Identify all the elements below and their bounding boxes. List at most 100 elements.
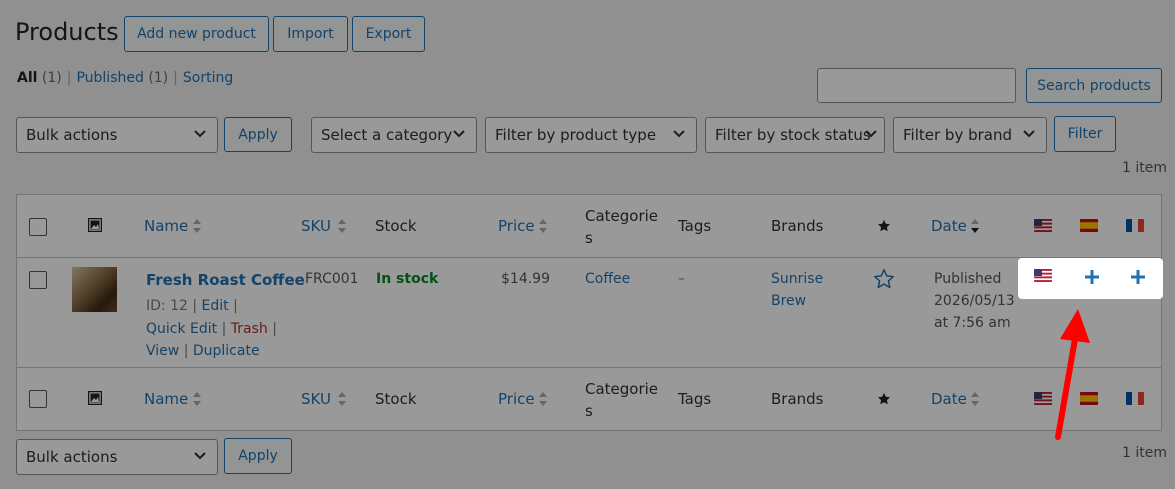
column-categories-header: Categorie [585, 380, 659, 398]
column-categories-header-wrap: s [585, 402, 593, 420]
bulk-actions-label: Bulk actions [26, 126, 118, 144]
quick-edit-link[interactable]: Quick Edit [146, 321, 217, 337]
product-thumbnail[interactable] [72, 267, 117, 312]
table-footer: Name SKU Stock Price Categorie s Tags Br… [17, 367, 1161, 430]
stock-status-label: Filter by stock status [715, 126, 871, 144]
column-stock-header: Stock [375, 390, 417, 408]
row-action-separator: | [183, 343, 189, 359]
page-title: Products [15, 18, 119, 46]
product-price: $14.99 [501, 271, 550, 287]
es-flag-icon [1080, 219, 1098, 232]
import-button[interactable]: Import [273, 16, 348, 52]
sort-icon[interactable] [337, 390, 347, 408]
search-input[interactable] [817, 68, 1016, 103]
view-published-count: (1) [148, 70, 169, 86]
sort-icon[interactable] [192, 217, 202, 235]
filter-button[interactable]: Filter [1054, 116, 1116, 152]
row-action-separator: | [233, 298, 238, 314]
product-type-select[interactable]: Filter by product type [485, 117, 697, 153]
chevron-down-icon [865, 130, 877, 138]
column-sku-header[interactable]: SKU [301, 390, 331, 408]
en-us-flag-icon[interactable] [1034, 269, 1052, 282]
column-tags-header: Tags [678, 390, 712, 408]
en-us-flag-icon [1034, 219, 1052, 232]
column-brands-header: Brands [771, 217, 824, 235]
sort-icon[interactable] [337, 217, 347, 235]
view-separator: | [66, 70, 72, 86]
chevron-down-icon [673, 130, 685, 138]
bulk-actions-select-bottom[interactable]: Bulk actions [16, 439, 218, 475]
sort-icon[interactable] [538, 390, 548, 408]
chevron-down-icon [194, 452, 206, 460]
product-name-link[interactable]: Fresh Roast Coffee [146, 271, 305, 289]
red-arrow-annotation [1055, 309, 1090, 440]
category-select[interactable]: Select a category [311, 117, 477, 153]
add-translation-es-icon[interactable] [1084, 269, 1100, 285]
view-separator: | [173, 70, 178, 86]
view-all-count: (1) [41, 70, 62, 86]
apply-button[interactable]: Apply [224, 117, 292, 152]
add-translation-fr-icon[interactable] [1130, 269, 1146, 285]
date-value: 2026/05/13 [934, 293, 1015, 309]
column-name-header[interactable]: Name [144, 217, 188, 235]
column-brands-header: Brands [771, 390, 824, 408]
column-price-header[interactable]: Price [498, 390, 535, 408]
brand-link-wrap[interactable]: Brew [771, 293, 806, 309]
product-id: ID: 12 [146, 298, 188, 314]
sort-icon[interactable] [192, 390, 202, 408]
items-count: 1 item [1122, 160, 1167, 176]
date-status: Published [934, 271, 1002, 287]
category-link[interactable]: Coffee [585, 271, 630, 287]
column-name-header[interactable]: Name [144, 390, 188, 408]
add-new-product-button[interactable]: Add new product [124, 16, 269, 52]
duplicate-link[interactable]: Duplicate [193, 343, 260, 359]
image-icon [88, 218, 102, 232]
row-actions: ID: 12 | Edit | Quick Edit | Trash | Vie… [146, 295, 277, 363]
language-actions-highlight [1018, 258, 1163, 299]
table-header: Name SKU Stock Price Categorie s Tags Br… [17, 195, 1161, 258]
featured-star-outline-icon[interactable] [873, 268, 895, 290]
brand-select[interactable]: Filter by brand [893, 117, 1047, 153]
column-price-header[interactable]: Price [498, 217, 535, 235]
column-categories-header: Categorie [585, 207, 659, 225]
view-all-link[interactable]: All [17, 70, 37, 86]
bulk-actions-select[interactable]: Bulk actions [16, 117, 218, 153]
chevron-down-icon [1023, 130, 1035, 138]
column-tags-header: Tags [678, 217, 712, 235]
select-all-checkbox[interactable] [29, 218, 47, 236]
table-row: Fresh Roast Coffee ID: 12 | Edit | Quick… [17, 259, 1161, 367]
select-all-checkbox[interactable] [29, 390, 47, 408]
row-checkbox[interactable] [29, 271, 47, 289]
trash-link[interactable]: Trash [231, 321, 268, 337]
view-sorting-link[interactable]: Sorting [183, 70, 233, 86]
date-time: at 7:56 am [934, 315, 1011, 331]
chevron-down-icon [194, 130, 206, 138]
items-count-bottom: 1 item [1122, 445, 1167, 461]
product-type-label: Filter by product type [495, 126, 657, 144]
brand-link[interactable]: Sunrise [771, 271, 823, 287]
view-link[interactable]: View [146, 343, 179, 359]
featured-star-icon [877, 392, 891, 405]
bulk-actions-label: Bulk actions [26, 448, 118, 466]
chevron-down-icon [453, 130, 465, 138]
column-date-header[interactable]: Date [931, 217, 967, 235]
column-categories-header-wrap: s [585, 229, 593, 247]
category-label: Select a category [321, 126, 453, 144]
product-sku: FRC001 [305, 271, 359, 287]
search-products-button[interactable]: Search products [1026, 68, 1162, 103]
stock-status: In stock [376, 271, 439, 287]
products-table: Name SKU Stock Price Categorie s Tags Br… [16, 194, 1162, 431]
view-published-link[interactable]: Published [76, 70, 143, 86]
image-icon [88, 391, 102, 405]
brand-label: Filter by brand [903, 126, 1012, 144]
export-button[interactable]: Export [352, 16, 425, 52]
stock-status-select[interactable]: Filter by stock status [705, 117, 885, 153]
edit-link[interactable]: Edit [202, 298, 229, 314]
row-action-separator: | [192, 298, 198, 314]
column-sku-header[interactable]: SKU [301, 217, 331, 235]
sort-icon[interactable] [970, 390, 980, 408]
apply-button-bottom[interactable]: Apply [224, 438, 292, 474]
column-date-header[interactable]: Date [931, 390, 967, 408]
sort-icon[interactable] [538, 217, 548, 235]
sort-desc-icon[interactable] [970, 217, 980, 235]
